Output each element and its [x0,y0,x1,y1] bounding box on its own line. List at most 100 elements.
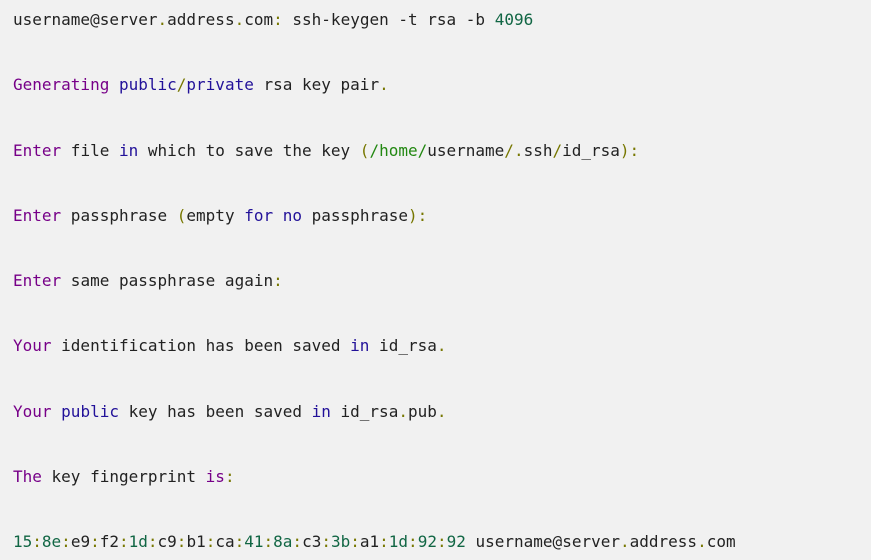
code-token: username@server [465,532,620,551]
code-token: Your [13,336,52,355]
code-token: : [436,532,447,551]
code-token: : [234,532,245,551]
code-token: private [186,75,254,94]
code-token: 15 [13,532,33,551]
code-token: b1 [186,532,206,551]
code-token: : [292,532,303,551]
code-token: : [147,532,158,551]
code-token: in [311,402,331,421]
code-token: : [205,532,216,551]
code-token: for [244,206,274,225]
code-token: ssh-keygen -t rsa -b [282,10,495,29]
command-line: username@server.address.com: ssh-keygen … [13,9,533,31]
prompt-enter-passphrase: Enter passphrase (empty for no passphras… [13,205,427,227]
code-token: : [90,532,100,551]
code-token: address [629,532,698,551]
prompt-enter-file: Enter file in which to save the key (/ho… [13,140,639,162]
code-token: / [552,141,563,160]
prompt-enter-passphrase-again: Enter same passphrase again: [13,270,283,292]
code-token: public [118,75,177,94]
code-token: : [176,532,187,551]
code-token: passphrase [61,206,177,225]
output-public-key-saved: Your public key has been saved in id_rsa… [13,401,447,423]
code-token: pub [407,402,437,421]
code-token: 92 [417,532,437,551]
terminal-code-block: username@server.address.com: ssh-keygen … [0,0,871,560]
code-token: The [13,467,42,486]
code-token: . [513,141,524,160]
code-token: . [157,10,168,29]
code-token: ssh [523,141,553,160]
code-token: username@server [13,10,158,29]
code-token: c3 [302,532,322,551]
code-token: c9 [157,532,177,551]
code-token: : [350,532,360,551]
code-token: in [118,141,139,160]
code-token: address [167,10,235,29]
code-token: . [619,532,630,551]
code-token: . [398,402,408,421]
code-token: passphrase [302,206,408,225]
code-token: 8e [41,532,62,551]
code-token: 92 [446,532,466,551]
code-token: : [32,532,42,551]
code-token: . [436,336,447,355]
code-token: Enter [13,206,62,225]
code-token: : [408,532,418,551]
code-token: : [273,271,283,290]
code-token: file [61,141,119,160]
output-generating: Generating public/private rsa key pair. [13,74,389,96]
output-fingerprint-header: The key fingerprint is: [13,466,235,488]
code-token: . [234,10,245,29]
code-token: Generating [13,75,110,94]
code-token: a1 [359,532,380,551]
code-token: : [263,532,274,551]
code-token: ( [176,206,187,225]
code-token: in [350,336,370,355]
code-token: : [321,532,331,551]
code-token: e9 [70,532,91,551]
code-token: rsa key pair [253,75,380,94]
code-token: public [61,402,119,421]
code-token: is [205,467,225,486]
output-identification-saved: Your identification has been saved in id… [13,335,447,357]
code-token: 3b [330,532,351,551]
code-token: id_rsa [369,336,437,355]
code-token: no [282,206,303,225]
code-token: / [176,75,187,94]
code-token: f2 [99,532,119,551]
code-token: 8a [273,532,293,551]
code-token: username [427,141,505,160]
code-token: key has been saved [118,402,312,421]
code-token: 4096 [494,10,534,29]
code-token: id_rsa [330,402,399,421]
code-token: com [706,532,736,551]
code-token: ): [407,206,428,225]
code-token: : [118,532,129,551]
code-token: Enter [13,271,62,290]
code-token: : [273,10,283,29]
output-fingerprint-value: 15:8e:e9:f2:1d:c9:b1:ca:41:8a:c3:3b:a1:1… [13,531,736,553]
code-token: ca [215,532,235,551]
code-token: id_rsa [562,141,620,160]
code-token: : [224,467,235,486]
code-token: Enter [13,141,62,160]
code-token: 1d [388,532,409,551]
code-token: . [697,532,707,551]
code-token: / [504,141,514,160]
code-token: Your [13,402,52,421]
code-token: . [379,75,389,94]
code-token: ): [619,141,640,160]
code-token: which to save the key [138,141,360,160]
code-token: com [244,10,274,29]
code-token: : [379,532,389,551]
code-token: same passphrase again [61,271,274,290]
code-token: key fingerprint [41,467,206,486]
code-token: ( [359,141,370,160]
code-token: 41 [244,532,264,551]
code-token: identification has been saved [51,336,351,355]
code-token: /home/ [369,141,428,160]
